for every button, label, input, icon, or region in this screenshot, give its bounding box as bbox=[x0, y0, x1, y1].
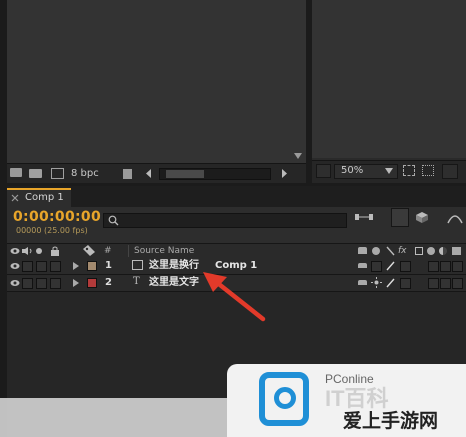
lock-icon[interactable] bbox=[51, 246, 59, 256]
collapse-transformations-icon[interactable] bbox=[372, 247, 380, 255]
scroll-left-icon[interactable] bbox=[144, 168, 154, 179]
audio-icon[interactable] bbox=[22, 247, 32, 255]
close-icon[interactable] bbox=[11, 194, 19, 202]
adjustment-layer-icon[interactable] bbox=[439, 247, 447, 255]
scrollbar-thumb[interactable] bbox=[166, 170, 204, 178]
comp-mini-flowchart-icon[interactable] bbox=[355, 211, 373, 225]
current-time-display[interactable]: 0:00:00:00 bbox=[13, 209, 101, 225]
region-of-interest-icon[interactable] bbox=[403, 165, 415, 176]
label-color-swatch[interactable] bbox=[87, 261, 97, 271]
scroll-down-icon[interactable] bbox=[293, 152, 303, 160]
shy-switch-icon[interactable] bbox=[358, 263, 367, 268]
viewer-canvas bbox=[312, 0, 466, 158]
fx-switch[interactable] bbox=[400, 261, 411, 272]
watermark-letters: IT百科 bbox=[325, 386, 389, 411]
fx-switch[interactable] bbox=[400, 278, 411, 289]
scroll-right-icon[interactable] bbox=[279, 168, 289, 179]
quality-icon[interactable] bbox=[386, 246, 395, 256]
always-preview-icon[interactable] bbox=[316, 164, 331, 178]
solo-toggle[interactable] bbox=[36, 261, 47, 272]
layer-column-headers: # Source Name fx bbox=[7, 243, 466, 259]
viewer-toolbar: 50% bbox=[312, 160, 466, 183]
solo-toggle[interactable] bbox=[36, 278, 47, 289]
solo-icon[interactable] bbox=[36, 248, 42, 254]
eye-icon[interactable] bbox=[10, 262, 20, 270]
eye-icon[interactable] bbox=[10, 247, 20, 255]
annotation-arrow bbox=[203, 272, 266, 322]
search-input[interactable] bbox=[122, 214, 342, 227]
pconline-logo-icon bbox=[259, 372, 309, 426]
label-color-icon[interactable] bbox=[83, 245, 95, 256]
magnifier-icon bbox=[274, 387, 296, 409]
lock-toggle[interactable] bbox=[50, 278, 61, 289]
watermark-site: 爱上手游网 bbox=[343, 410, 439, 432]
graph-editor-icon[interactable] bbox=[447, 212, 463, 224]
trash-icon[interactable] bbox=[123, 169, 132, 179]
live-update-icon[interactable] bbox=[391, 208, 409, 227]
zoom-value: 50% bbox=[341, 165, 364, 176]
expand-triangle-icon[interactable] bbox=[73, 279, 79, 287]
shy-switch-icon[interactable] bbox=[358, 280, 367, 285]
adjustment-switch[interactable] bbox=[452, 261, 463, 272]
effects-icon[interactable]: fx bbox=[398, 245, 407, 257]
text-layer-icon: T bbox=[133, 276, 140, 287]
draft-3d-icon[interactable] bbox=[415, 211, 429, 224]
motion-blur-icon[interactable] bbox=[427, 247, 435, 255]
horizontal-scrollbar[interactable] bbox=[159, 168, 271, 180]
project-toolbar: 8 bpc bbox=[7, 163, 306, 183]
new-folder-icon[interactable] bbox=[29, 169, 42, 178]
layer-search-field[interactable] bbox=[103, 213, 347, 228]
quality-switch-icon[interactable] bbox=[386, 278, 395, 288]
project-panel: 8 bpc bbox=[7, 0, 306, 183]
watermark-brand: PConline bbox=[325, 372, 374, 386]
timeline-controls: 0:00:00:00 00000 (25.00 fps) bbox=[7, 207, 466, 243]
timeline-tab-bar: Comp 1 bbox=[7, 186, 466, 207]
layer-index: 1 bbox=[105, 260, 112, 271]
composition-viewer: 50% bbox=[312, 0, 466, 183]
grid-toggle-icon[interactable] bbox=[442, 164, 458, 179]
shy-icon[interactable] bbox=[358, 247, 367, 254]
interpret-footage-icon[interactable] bbox=[10, 168, 22, 177]
eye-icon[interactable] bbox=[10, 279, 20, 287]
watermark-card: PConline IT百科 爱上手游网 bbox=[227, 364, 466, 437]
project-panel-content bbox=[7, 0, 306, 163]
audio-toggle[interactable] bbox=[22, 278, 33, 289]
comp-icon bbox=[132, 260, 143, 270]
tab-comp-1[interactable]: Comp 1 bbox=[7, 188, 71, 207]
lock-toggle[interactable] bbox=[50, 261, 61, 272]
frame-blend-switch[interactable] bbox=[428, 278, 439, 289]
quality-switch-icon[interactable] bbox=[386, 261, 395, 271]
column-hash[interactable]: # bbox=[104, 245, 112, 257]
transparency-grid-icon[interactable] bbox=[422, 165, 434, 176]
expand-triangle-icon[interactable] bbox=[73, 262, 79, 270]
tab-label: Comp 1 bbox=[25, 192, 64, 203]
label-color-swatch[interactable] bbox=[87, 278, 97, 288]
adjustment-switch[interactable] bbox=[452, 278, 463, 289]
frame-info: 00000 (25.00 fps) bbox=[16, 226, 88, 235]
zoom-select[interactable]: 50% bbox=[334, 164, 398, 179]
search-icon bbox=[108, 215, 119, 226]
collapse-switch-icon[interactable] bbox=[371, 277, 382, 288]
collapse-switch[interactable] bbox=[371, 261, 382, 272]
bpc-label[interactable]: 8 bpc bbox=[71, 168, 99, 180]
layer-name[interactable]: 这里是文字 bbox=[149, 277, 199, 289]
audio-toggle[interactable] bbox=[22, 261, 33, 272]
frame-blending-icon[interactable] bbox=[415, 247, 423, 255]
3d-layer-icon[interactable] bbox=[452, 247, 461, 255]
chevron-down-icon bbox=[385, 168, 393, 174]
frame-blend-switch[interactable] bbox=[428, 261, 439, 272]
layer-index: 2 bbox=[105, 277, 112, 288]
new-comp-icon[interactable] bbox=[51, 168, 64, 179]
column-source-name[interactable]: Source Name bbox=[134, 245, 194, 257]
motion-blur-switch[interactable] bbox=[440, 261, 451, 272]
motion-blur-switch[interactable] bbox=[440, 278, 451, 289]
column-divider bbox=[128, 245, 129, 257]
layer-name[interactable]: 这里是换行 bbox=[149, 260, 199, 272]
